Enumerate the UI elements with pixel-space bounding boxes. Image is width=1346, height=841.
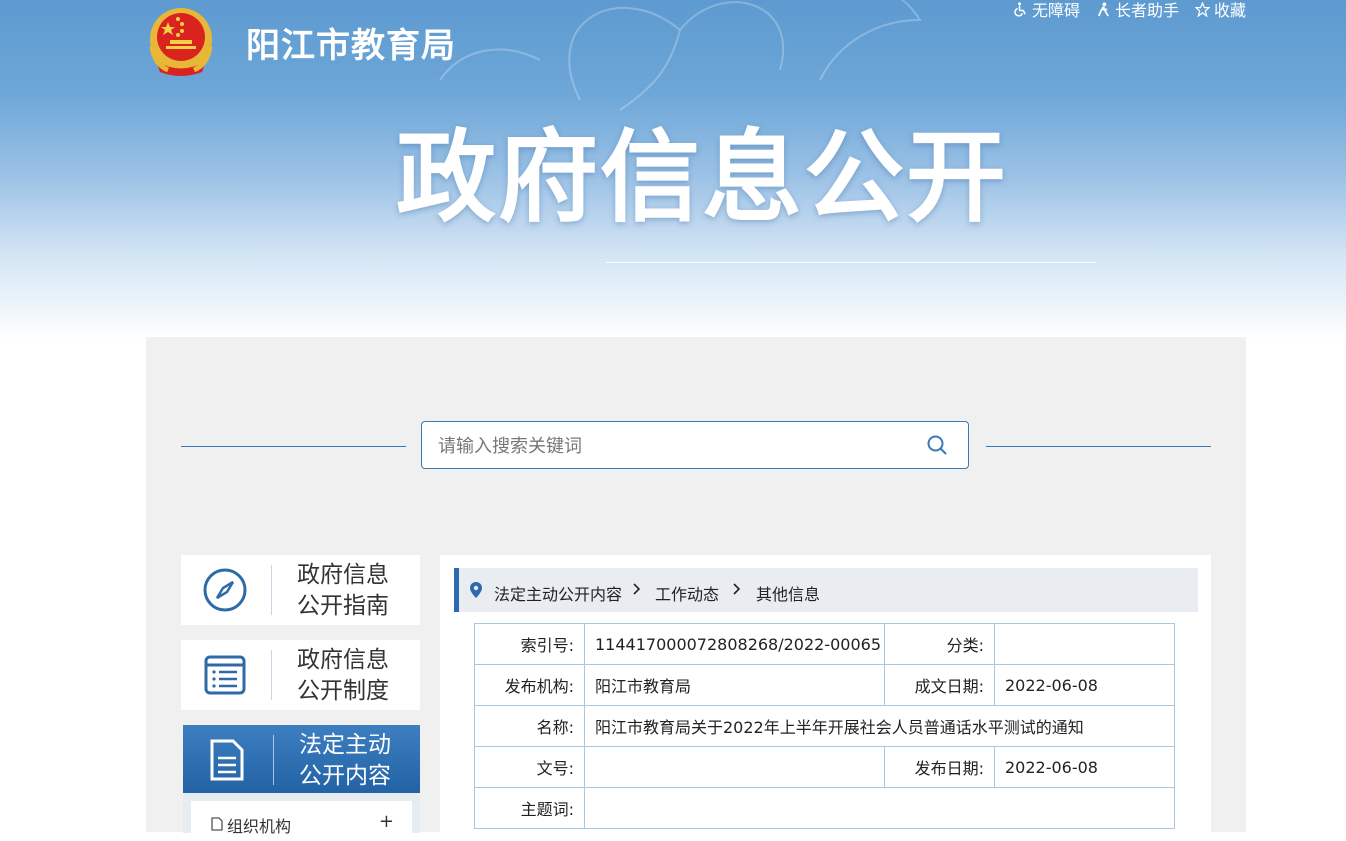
elder-assistant-label: 长者助手 [1114, 1, 1179, 20]
breadcrumb-item[interactable]: 其他信息 [756, 581, 820, 605]
table-row: 名称: 阳江市教育局关于2022年上半年开展社会人员普通话水平测试的通知 [474, 705, 1175, 747]
info-value [584, 746, 885, 788]
sidebar-label-line2: 公开制度 [297, 678, 389, 704]
elder-icon [1097, 1, 1109, 16]
compass-icon [203, 568, 247, 612]
table-row: 索引号: 114417000072808268/2022-00065 分类: [474, 623, 1175, 665]
sidebar-subitem-label: 组织机构 [227, 817, 292, 836]
table-row: 文号: 发布日期: 2022-06-08 [474, 746, 1175, 788]
wheelchair-icon [1014, 1, 1026, 17]
info-label: 主题词: [474, 787, 585, 829]
sidebar-divider [271, 565, 272, 615]
sidebar-subitem-org[interactable]: 组织机构 + [191, 801, 412, 841]
info-label: 索引号: [474, 623, 585, 665]
search-divider-right [986, 446, 1211, 447]
breadcrumb-item[interactable]: 工作动态 [655, 581, 719, 605]
sidebar-item-label: 政府信息 公开指南 [297, 560, 407, 622]
flower-decoration [439, 0, 922, 111]
search-input[interactable] [436, 432, 920, 460]
info-value [994, 623, 1175, 665]
file-icon [211, 817, 223, 831]
sidebar-label-line1: 政府信息 [297, 562, 389, 588]
accessibility-label: 无障碍 [1031, 1, 1080, 20]
bookmark-label: 收藏 [1213, 1, 1246, 20]
info-value: 2022-06-08 [994, 664, 1175, 706]
document-icon [210, 739, 244, 781]
table-row: 发布机构: 阳江市教育局 成文日期: 2022-06-08 [474, 664, 1175, 706]
info-label: 成文日期: [884, 664, 995, 706]
document-info-table: 索引号: 114417000072808268/2022-00065 分类: 发… [474, 623, 1175, 829]
bookmark-link[interactable]: 收藏 [1194, 0, 1246, 21]
header-tools: 无障碍 长者助手 收藏 [1013, 0, 1246, 21]
header-banner: 阳江市教育局 无障碍 长者助手 收藏 政府信息公开 [0, 0, 1346, 340]
sidebar-item-statutory[interactable]: 法定主动 公开内容 [183, 725, 420, 795]
national-emblem-icon [149, 8, 213, 76]
site-name[interactable]: 阳江市教育局 [246, 18, 456, 67]
sidebar-label-line2: 公开指南 [297, 593, 389, 619]
info-value: 阳江市教育局 [584, 664, 885, 706]
chevron-right-icon [733, 583, 741, 595]
chevron-right-icon [633, 583, 641, 595]
sidebar-item-guide[interactable]: 政府信息 公开指南 [181, 555, 420, 625]
sidebar-divider [273, 735, 274, 785]
info-label: 文号: [474, 746, 585, 788]
info-value: 2022-06-08 [994, 746, 1175, 788]
info-value [584, 787, 1175, 829]
elder-assistant-link[interactable]: 长者助手 [1096, 0, 1179, 21]
info-label: 分类: [884, 623, 995, 665]
accessibility-link[interactable]: 无障碍 [1013, 0, 1080, 21]
list-doc-icon [204, 655, 246, 695]
page-title: 政府信息公开 [396, 119, 1008, 236]
info-label: 发布机构: [474, 664, 585, 706]
info-label: 发布日期: [884, 746, 995, 788]
sidebar-divider [271, 650, 272, 700]
info-value: 阳江市教育局关于2022年上半年开展社会人员普通话水平测试的通知 [584, 705, 1175, 747]
location-pin-icon [470, 582, 482, 598]
sidebar-subpanel: 组织机构 + [183, 793, 420, 841]
search-divider-left [181, 446, 406, 447]
sidebar-label-line2: 公开内容 [299, 763, 391, 789]
title-underline [606, 262, 1096, 263]
sidebar-item-label: 政府信息 公开制度 [297, 645, 407, 707]
sidebar-item-label: 法定主动 公开内容 [299, 730, 409, 792]
breadcrumb-item[interactable]: 法定主动公开内容 [494, 581, 622, 605]
table-row: 主题词: [474, 787, 1175, 829]
star-icon [1194, 1, 1210, 17]
sidebar-item-system[interactable]: 政府信息 公开制度 [181, 640, 420, 710]
info-label: 名称: [474, 705, 585, 747]
sidebar-label-line1: 政府信息 [297, 647, 389, 673]
breadcrumb: 法定主动公开内容 工作动态 其他信息 [454, 568, 1198, 612]
search-box [421, 421, 969, 469]
expand-icon[interactable]: + [379, 811, 394, 832]
search-icon[interactable] [926, 434, 948, 456]
info-value: 114417000072808268/2022-00065 [584, 623, 885, 665]
sidebar-label-line1: 法定主动 [299, 732, 391, 758]
